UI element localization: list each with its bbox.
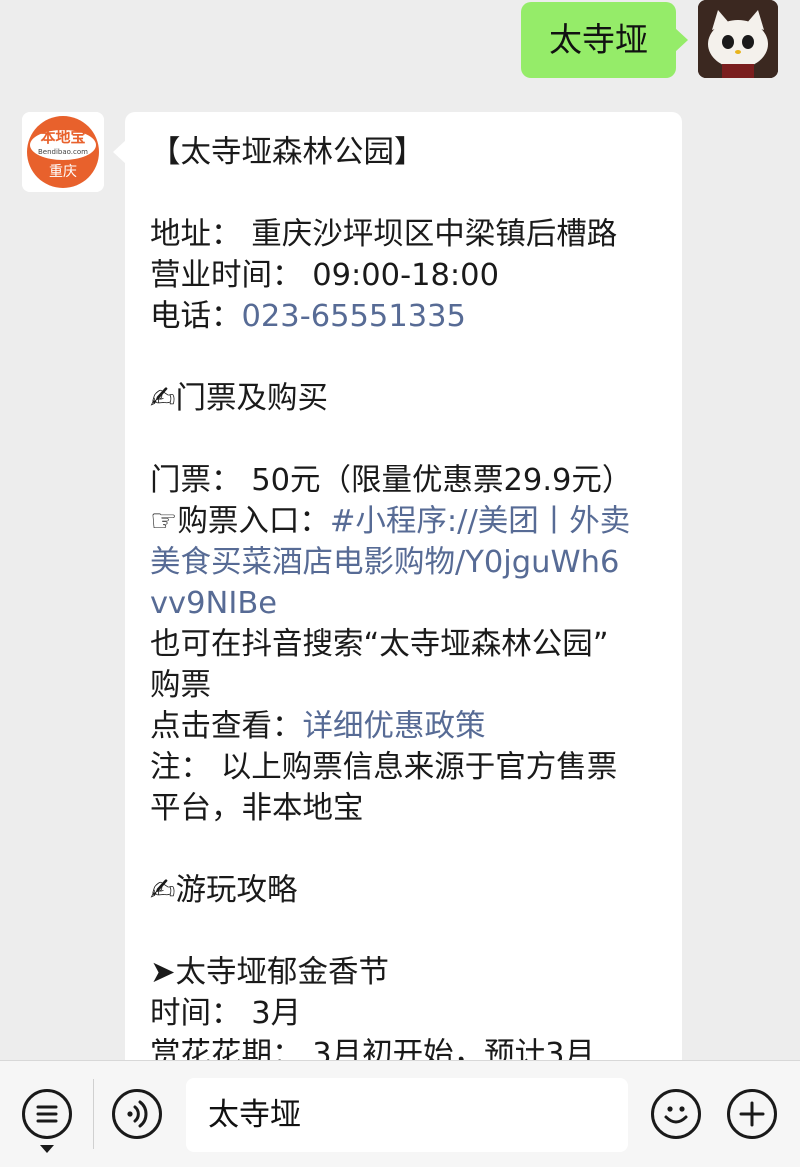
note-line-cont: 平台，非本地宝 xyxy=(150,791,364,826)
bendibao-logo-brand: 本地宝 xyxy=(40,128,86,146)
phone-label: 电话： xyxy=(150,299,242,334)
chat-input-bar: 太寺垭 xyxy=(0,1060,800,1167)
note-line: 注： 以上购票信息来源于官方售票 xyxy=(150,750,618,785)
festival-time-line: 时间： 3月 xyxy=(150,996,302,1031)
voice-icon xyxy=(127,1100,148,1128)
buy-entry-label: ☞购票入口： xyxy=(150,504,330,539)
emoji-button[interactable] xyxy=(651,1089,701,1139)
section-guide-heading: ✍游玩攻略 xyxy=(150,873,298,908)
outgoing-message-bubble[interactable]: 太寺垭 xyxy=(521,2,688,78)
policy-detail-link[interactable]: 详细优惠政策 xyxy=(303,709,486,744)
emoji-icon xyxy=(664,1106,688,1124)
hours-line: 营业时间： 09:00-18:00 xyxy=(150,258,499,293)
voice-button[interactable] xyxy=(112,1089,162,1139)
section-tickets-heading: ✍门票及购买 xyxy=(150,381,329,416)
buy-miniprogram-link-end[interactable]: vv9NIBe xyxy=(150,583,660,624)
toolbar-divider xyxy=(93,1079,94,1149)
user-avatar[interactable] xyxy=(698,0,778,78)
more-plus-button[interactable] xyxy=(727,1089,777,1139)
phone-link[interactable]: 023-65551335 xyxy=(242,299,466,334)
phone-line: 电话：023-65551335 xyxy=(150,296,660,337)
message-input[interactable]: 太寺垭 xyxy=(186,1078,628,1152)
menu-caret-icon xyxy=(40,1145,54,1153)
bendibao-avatar[interactable]: 本地宝 Bendibao.com 重庆 xyxy=(22,112,104,192)
kitty-avatar-icon xyxy=(698,0,778,78)
outgoing-message-row: 太寺垭 xyxy=(0,0,800,90)
douyin-line-cont: 购票 xyxy=(150,668,211,703)
bendibao-logo-city: 重庆 xyxy=(49,164,77,180)
buy-miniprogram-link-cont[interactable]: 美食买菜酒店电影购物/Y0jguWh6 xyxy=(150,542,660,583)
view-policy-label: 点击查看： xyxy=(150,709,303,744)
park-title: 【太寺垭森林公园】 xyxy=(150,135,425,170)
view-policy-line: 点击查看：详细优惠政策 xyxy=(150,706,660,747)
plus-icon xyxy=(739,1101,765,1127)
buy-miniprogram-link[interactable]: #小程序://美团丨外卖 xyxy=(330,504,630,539)
ticket-price-line: 门票： 50元（限量优惠票29.9元） xyxy=(150,463,633,498)
incoming-message-bubble[interactable]: 【太寺垭森林公园】 地址： 重庆沙坪坝区中梁镇后槽路 营业时间： 09:00-1… xyxy=(113,112,682,1112)
list-menu-button[interactable] xyxy=(22,1089,72,1139)
bendibao-logo-domain: Bendibao.com xyxy=(37,148,88,156)
douyin-line: 也可在抖音搜索“太寺垭森林公园” xyxy=(150,627,609,662)
address-line: 地址： 重庆沙坪坝区中梁镇后槽路 xyxy=(150,217,618,252)
list-menu-icon xyxy=(36,1105,58,1123)
festival-heading: ➤太寺垭郁金香节 xyxy=(150,955,390,990)
buy-entry-line: ☞购票入口：#小程序://美团丨外卖 xyxy=(150,501,660,542)
